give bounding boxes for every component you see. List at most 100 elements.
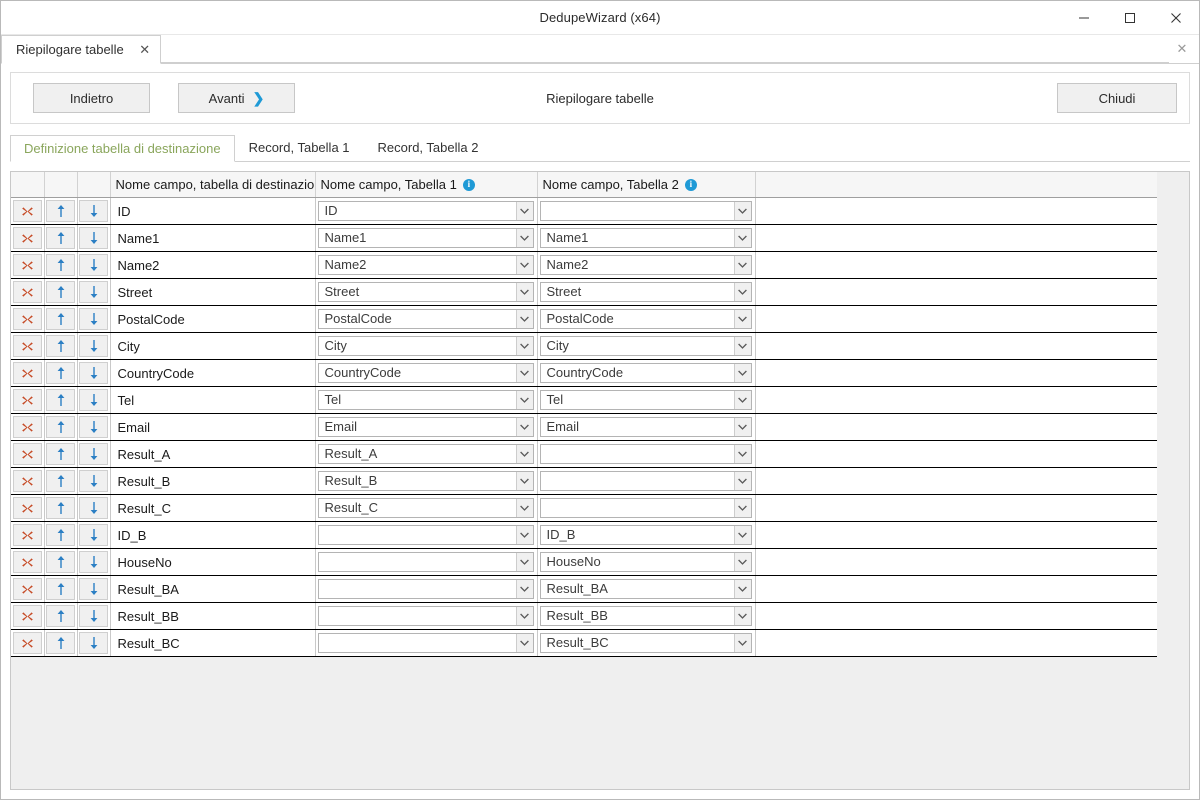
table2-field-combobox[interactable]: Name2 bbox=[539, 255, 752, 275]
table1-field-combobox[interactable]: Name2 bbox=[317, 255, 534, 275]
chevron-down-icon[interactable] bbox=[733, 445, 751, 463]
table2-field-combobox[interactable] bbox=[539, 444, 752, 464]
chevron-down-icon[interactable] bbox=[515, 472, 533, 490]
table-row[interactable]: Name2 Name2 Name2 bbox=[11, 251, 1157, 279]
cell-target-field[interactable]: Name1 bbox=[110, 224, 316, 252]
arrow-up-icon[interactable] bbox=[46, 362, 75, 384]
cell-table1-field[interactable]: City bbox=[315, 332, 538, 360]
table-row[interactable]: PostalCode PostalCode PostalCode bbox=[11, 305, 1157, 333]
chevron-down-icon[interactable] bbox=[733, 526, 751, 544]
cell-table2-field[interactable] bbox=[537, 467, 756, 495]
cell-target-field[interactable]: Name2 bbox=[110, 251, 316, 279]
cell-target-field[interactable]: Result_BB bbox=[110, 602, 316, 630]
table-row[interactable]: ID_B ID_B bbox=[11, 521, 1157, 549]
chevron-down-icon[interactable] bbox=[733, 310, 751, 328]
close-wizard-button[interactable]: Chiudi bbox=[1057, 83, 1177, 113]
delete-x-icon[interactable] bbox=[12, 362, 42, 384]
cell-table1-field[interactable]: Name2 bbox=[315, 251, 538, 279]
chevron-down-icon[interactable] bbox=[515, 607, 533, 625]
table1-field-combobox[interactable]: Result_B bbox=[317, 471, 534, 491]
table-row[interactable]: HouseNo HouseNo bbox=[11, 548, 1157, 576]
table1-field-combobox[interactable] bbox=[317, 552, 534, 572]
arrow-up-icon[interactable] bbox=[46, 227, 75, 249]
cell-target-field[interactable]: ID_B bbox=[110, 521, 316, 549]
chevron-down-icon[interactable] bbox=[733, 391, 751, 409]
arrow-up-icon[interactable] bbox=[46, 335, 75, 357]
maximize-icon[interactable] bbox=[1107, 1, 1153, 34]
arrow-down-icon[interactable] bbox=[79, 632, 108, 654]
table2-field-combobox[interactable]: Result_BC bbox=[539, 633, 752, 653]
arrow-up-icon[interactable] bbox=[46, 632, 75, 654]
cell-table1-field[interactable]: Result_C bbox=[315, 494, 538, 522]
chevron-down-icon[interactable] bbox=[733, 499, 751, 517]
chevron-down-icon[interactable] bbox=[515, 229, 533, 247]
cell-target-field[interactable]: ID bbox=[110, 197, 316, 225]
info-icon[interactable]: i bbox=[684, 178, 697, 191]
cell-table1-field[interactable] bbox=[315, 521, 538, 549]
delete-x-icon[interactable] bbox=[12, 335, 42, 357]
table1-field-combobox[interactable]: Street bbox=[317, 282, 534, 302]
arrow-down-icon[interactable] bbox=[79, 470, 108, 492]
delete-x-icon[interactable] bbox=[12, 524, 42, 546]
next-button[interactable]: Avanti ❯ bbox=[178, 83, 295, 113]
delete-x-icon[interactable] bbox=[12, 308, 42, 330]
arrow-down-icon[interactable] bbox=[79, 524, 108, 546]
cell-table1-field[interactable]: Result_A bbox=[315, 440, 538, 468]
close-icon[interactable] bbox=[1153, 1, 1199, 34]
arrow-down-icon[interactable] bbox=[79, 362, 108, 384]
cell-table1-field[interactable]: PostalCode bbox=[315, 305, 538, 333]
table2-field-combobox[interactable]: Street bbox=[539, 282, 752, 302]
chevron-down-icon[interactable] bbox=[515, 202, 533, 220]
delete-x-icon[interactable] bbox=[12, 254, 42, 276]
minimize-icon[interactable] bbox=[1061, 1, 1107, 34]
arrow-down-icon[interactable] bbox=[79, 497, 108, 519]
delete-x-icon[interactable] bbox=[12, 281, 42, 303]
arrow-up-icon[interactable] bbox=[46, 551, 75, 573]
table-row[interactable]: CountryCode CountryCode CountryCode bbox=[11, 359, 1157, 387]
cell-table2-field[interactable]: CountryCode bbox=[537, 359, 756, 387]
table1-field-combobox[interactable]: CountryCode bbox=[317, 363, 534, 383]
table1-field-combobox[interactable]: Email bbox=[317, 417, 534, 437]
arrow-up-icon[interactable] bbox=[46, 497, 75, 519]
chevron-down-icon[interactable] bbox=[515, 580, 533, 598]
arrow-up-icon[interactable] bbox=[46, 443, 75, 465]
arrow-down-icon[interactable] bbox=[79, 254, 108, 276]
arrow-down-icon[interactable] bbox=[79, 551, 108, 573]
cell-target-field[interactable]: CountryCode bbox=[110, 359, 316, 387]
arrow-down-icon[interactable] bbox=[79, 200, 108, 222]
table1-field-combobox[interactable]: Name1 bbox=[317, 228, 534, 248]
table2-field-combobox[interactable] bbox=[539, 471, 752, 491]
arrow-down-icon[interactable] bbox=[79, 416, 108, 438]
cell-target-field[interactable]: Tel bbox=[110, 386, 316, 414]
column-header-table2-field[interactable]: Nome campo, Tabella 2 i bbox=[537, 172, 756, 198]
chevron-down-icon[interactable] bbox=[515, 391, 533, 409]
table-row[interactable]: Tel Tel Tel bbox=[11, 386, 1157, 414]
arrow-up-icon[interactable] bbox=[46, 524, 75, 546]
table-row[interactable]: Street Street Street bbox=[11, 278, 1157, 306]
table2-field-combobox[interactable]: ID_B bbox=[539, 525, 752, 545]
arrow-up-icon[interactable] bbox=[46, 470, 75, 492]
table-row[interactable]: Result_BA Result_BA bbox=[11, 575, 1157, 603]
cell-table2-field[interactable]: Street bbox=[537, 278, 756, 306]
table2-field-combobox[interactable] bbox=[539, 498, 752, 518]
cell-table2-field[interactable]: HouseNo bbox=[537, 548, 756, 576]
table-row[interactable]: ID ID bbox=[11, 197, 1157, 225]
table2-field-combobox[interactable]: Result_BB bbox=[539, 606, 752, 626]
table2-field-combobox[interactable]: CountryCode bbox=[539, 363, 752, 383]
chevron-down-icon[interactable] bbox=[733, 283, 751, 301]
cell-table2-field[interactable] bbox=[537, 440, 756, 468]
table1-field-combobox[interactable] bbox=[317, 525, 534, 545]
cell-table2-field[interactable] bbox=[537, 197, 756, 225]
table2-field-combobox[interactable]: Result_BA bbox=[539, 579, 752, 599]
arrow-down-icon[interactable] bbox=[79, 578, 108, 600]
delete-x-icon[interactable] bbox=[12, 470, 42, 492]
cell-target-field[interactable]: PostalCode bbox=[110, 305, 316, 333]
cell-table1-field[interactable]: Name1 bbox=[315, 224, 538, 252]
arrow-up-icon[interactable] bbox=[46, 578, 75, 600]
table1-field-combobox[interactable]: PostalCode bbox=[317, 309, 534, 329]
tab-record-tabella-1[interactable]: Record, Tabella 1 bbox=[235, 134, 364, 161]
table2-field-combobox[interactable]: City bbox=[539, 336, 752, 356]
table-row[interactable]: Result_A Result_A bbox=[11, 440, 1157, 468]
delete-x-icon[interactable] bbox=[12, 578, 42, 600]
cell-table1-field[interactable]: ID bbox=[315, 197, 538, 225]
